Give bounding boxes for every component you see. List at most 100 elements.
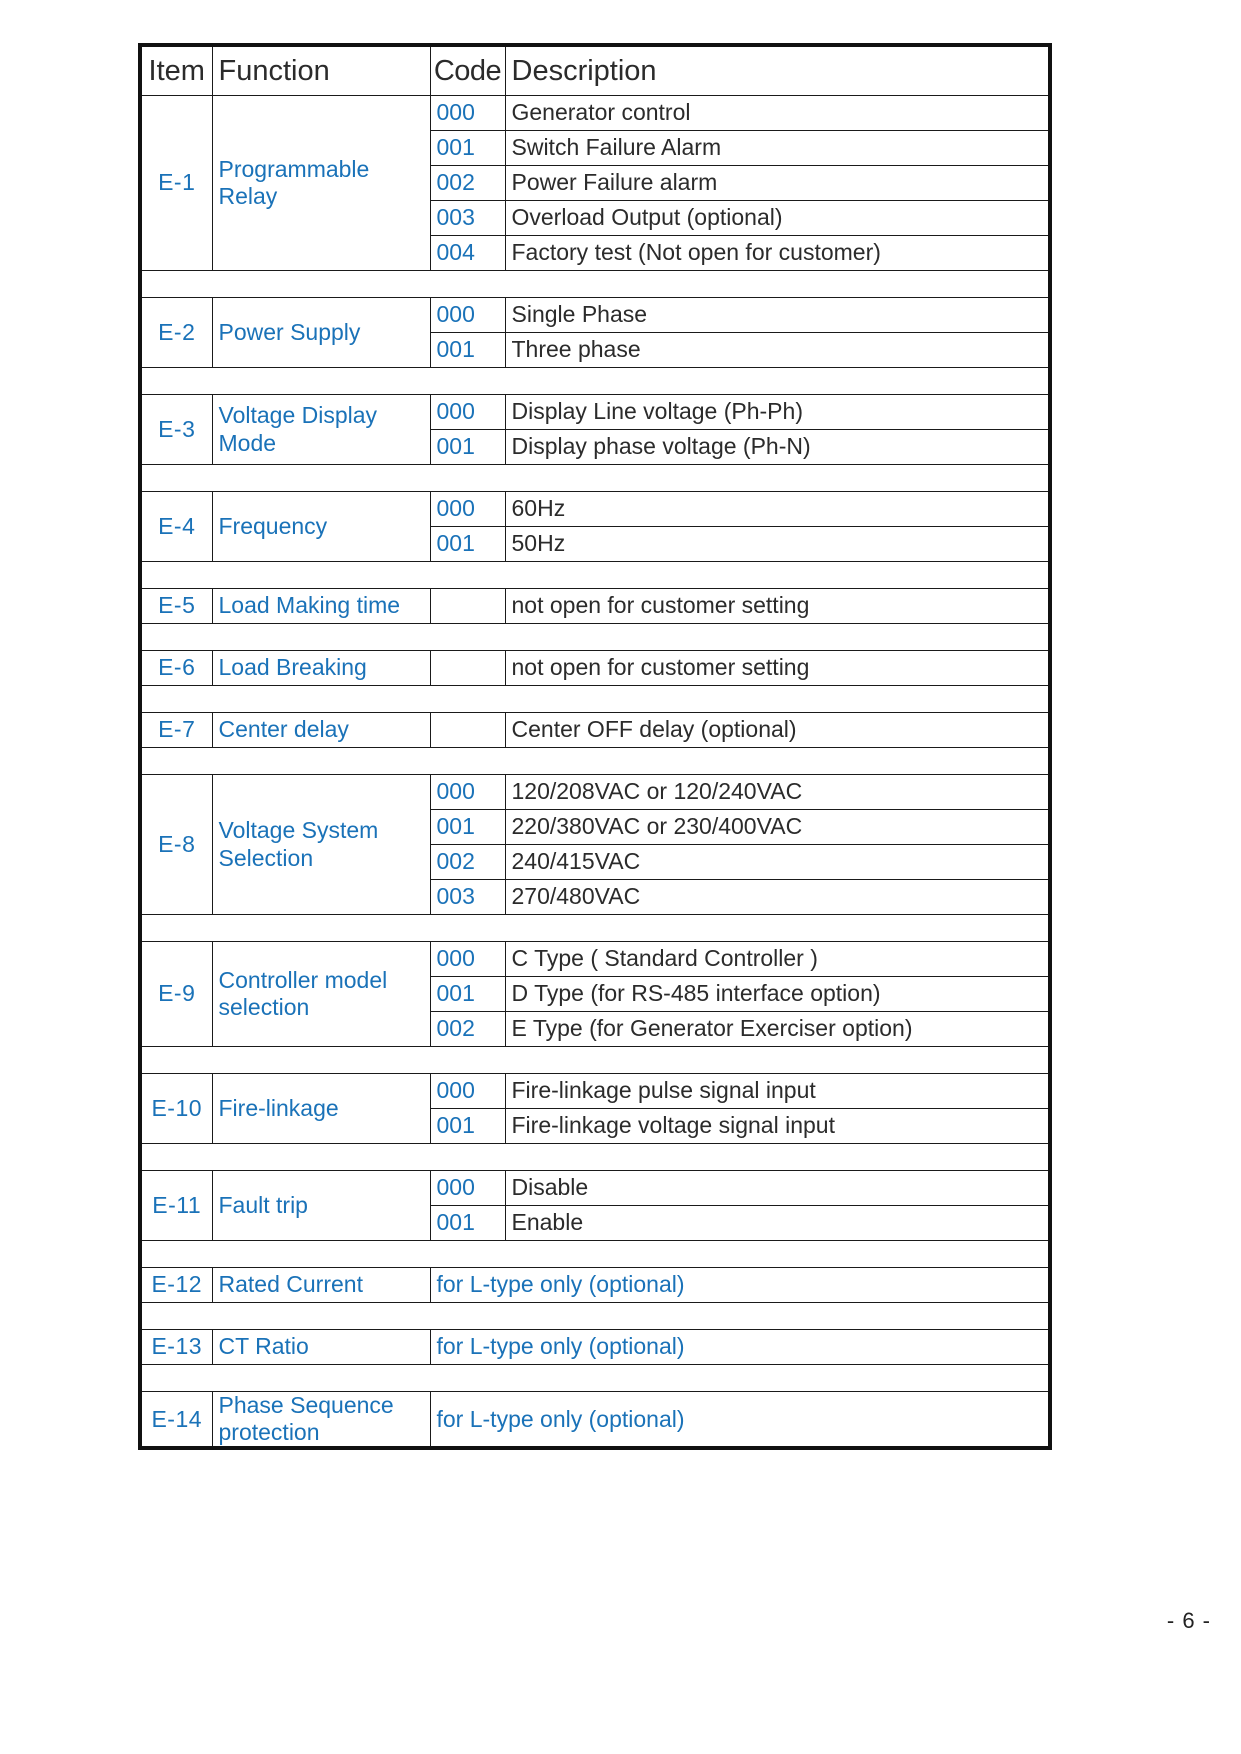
group-spacer-cell [140,464,1050,492]
function-name-line: Load Making time [218,592,401,619]
function-name-line: Load Breaking [218,654,367,681]
function-name-line: Rated Current [218,1271,363,1298]
item-code-cell: E-14 [139,1391,213,1449]
table-row: E-10 Fire-linkage 000 Fire-linkage pulse si… [139,1073,1051,1144]
page-number: - 6 - [1166,1608,1211,1633]
code-value-cell [429,712,506,748]
group-spacer-row [140,270,1050,298]
code-value-cell: 001 [429,1108,506,1144]
function-name-line: protection [218,1419,320,1446]
parameter-table: Item Function Code Description E-1 Programmab… [138,43,1052,1451]
group-spacer-cell [140,1143,1050,1171]
code-value-cell: 002 [429,844,506,880]
group-spacer-row [140,464,1050,492]
code-value-cell: 002 [429,165,506,201]
code-value-cell: 001 [429,976,506,1012]
description-cell: Enable [504,1205,1051,1241]
function-name-cell: Load Breaking [211,650,431,686]
description-cell: not open for customer setting [504,650,1051,686]
function-name-cell: Programmable Relay [211,95,431,271]
description-cell: Disable [504,1170,1051,1206]
group-spacer-row [140,1364,1050,1392]
group-spacer-row [140,1143,1050,1171]
function-name-line: Phase Sequence [218,1392,394,1418]
description-cell: E Type (for Generator Exerciser option) [504,1011,1051,1047]
code-value-cell: 000 [429,1170,506,1206]
item-code-cell: E-6 [139,650,213,686]
code-value-cell: 000 [429,95,506,131]
description-cell: Factory test (Not open for customer) [504,235,1051,271]
function-name-cell: Fault trip [211,1170,431,1241]
description-cell: 120/208VAC or 120/240VAC [504,774,1051,810]
function-name-cell: Fire-linkage [211,1073,431,1144]
option-note-cell: for L-type only (optional) [429,1329,1051,1365]
item-code-cell: E-5 [139,588,213,624]
description-cell: Power Failure alarm [504,165,1051,201]
description-cell: Three phase [504,332,1051,368]
function-name-cell: Power Supply [211,297,431,368]
code-value-cell: 000 [429,491,506,527]
group-spacer-row [140,1302,1050,1330]
group-spacer-cell [140,270,1050,298]
table-row: E-2 Power Supply 000 Single Phase [139,297,1051,368]
table-header-row: Item Function Code Description [139,44,1051,96]
function-name-cell: Phase Sequence protection [211,1391,431,1449]
group-spacer-cell [140,747,1050,775]
function-name-cell: Voltage Display Mode [211,394,431,465]
function-name-cell: Rated Current [211,1267,431,1303]
function-name-line: Frequency [218,512,328,539]
description-cell: Fire-linkage voltage signal input [504,1108,1051,1144]
description-cell: 270/480VAC [504,879,1051,915]
table-row: E-8 Voltage System Selection 000 120/208VAC … [139,774,1051,915]
parameter-table-container: Item Function Code Description E-1 Programmab… [138,43,1052,1451]
description-cell: Fire-linkage pulse signal input [504,1073,1051,1109]
code-value-cell: 000 [429,1073,506,1109]
code-value-cell: 004 [429,235,506,271]
group-spacer-cell [140,1240,1050,1268]
item-code-cell: E-7 [139,712,213,748]
code-value-cell: 001 [429,130,506,166]
item-code-cell: E-9 [139,941,213,1047]
group-spacer-cell [140,1302,1050,1330]
table-row: E-1 Programmable Relay 000 Generator control [139,95,1051,271]
item-code-cell: E-11 [139,1170,213,1241]
code-value-cell: 000 [429,774,506,810]
description-cell: not open for customer setting [504,588,1051,624]
code-value-cell [429,588,506,624]
item-code-cell: E-4 [139,491,213,562]
table-row: E-12 Rated Current for L-type only (option… [139,1267,1051,1303]
group-spacer-row [140,561,1050,589]
description-cell: 60Hz [504,491,1051,527]
description-cell: Display Line voltage (Ph-Ph) [504,394,1051,430]
code-value-cell [429,650,506,686]
item-code-cell: E-12 [139,1267,213,1303]
function-name-cell: Load Making time [211,588,431,624]
code-value-cell: 001 [429,809,506,845]
group-spacer-row [140,1240,1050,1268]
code-value-cell: 001 [429,429,506,465]
group-spacer-cell [140,623,1050,651]
function-name-line: CT Ratio [218,1333,309,1360]
group-spacer-row [140,914,1050,942]
group-spacer-cell [140,914,1050,942]
group-spacer-cell [140,685,1050,713]
table-row: E-3 Voltage Display Mode 000 Display Line vo… [139,394,1051,465]
function-name-cell: Voltage System Selection [211,774,431,915]
item-code-cell: E-3 [139,394,213,465]
function-name-line: Power Supply [218,318,361,345]
function-name-cell: Center delay [211,712,431,748]
table-row: E-6 Load Breaking not open for customer se… [139,650,1051,686]
group-spacer-cell [140,561,1050,589]
table-row: E-4 Frequency 000 60Hz [139,491,1051,562]
function-name-cell: Controller model selection [211,941,431,1047]
code-value-cell: 003 [429,879,506,915]
group-spacer-cell [140,1046,1050,1074]
function-name-line: Fire-linkage [218,1094,339,1121]
description-cell: 240/415VAC [504,844,1051,880]
function-name-line: Fault trip [218,1191,308,1218]
document-page: Item Function Code Description E-1 Programmab… [0,0,1241,1754]
item-code-cell: E-13 [139,1329,213,1365]
description-cell: 50Hz [504,526,1051,562]
code-value-cell: 000 [429,394,506,430]
item-code-cell: E-10 [139,1073,213,1144]
